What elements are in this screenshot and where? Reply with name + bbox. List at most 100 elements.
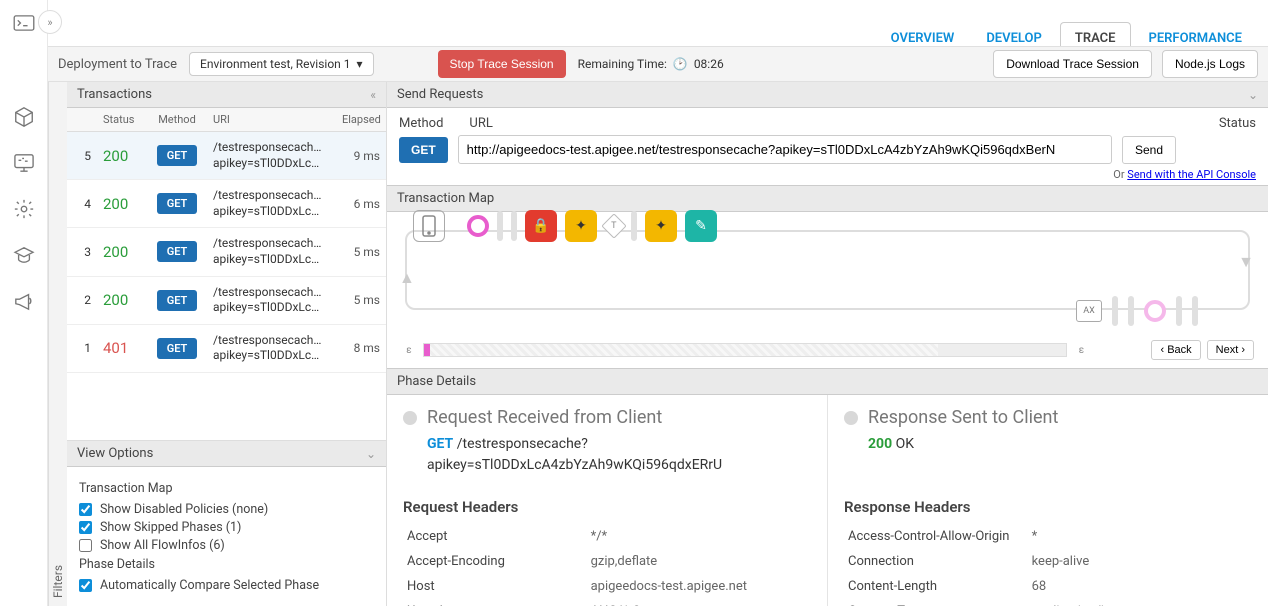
url-label: URL xyxy=(469,116,1192,131)
monitor-icon[interactable] xyxy=(13,152,35,174)
trace-toolbar: Deployment to Trace Environment test, Re… xyxy=(48,46,1268,82)
row-uri: /testresponsecache...apikey=sTl0DDxLcA..… xyxy=(207,283,336,318)
flow-bar xyxy=(1192,296,1198,326)
header-row: Accept-Encodinggzip,deflate xyxy=(403,549,811,574)
policy-edit-icon[interactable]: ✎ xyxy=(685,210,717,242)
next-button[interactable]: Next › xyxy=(1207,340,1254,360)
deployment-label: Deployment to Trace xyxy=(58,57,177,72)
download-trace-button[interactable]: Download Trace Session xyxy=(993,50,1152,78)
method-select[interactable]: GET xyxy=(399,137,448,163)
arrow-up-icon: ▲ xyxy=(399,268,415,288)
row-index: 5 xyxy=(67,147,97,165)
client-node-icon[interactable] xyxy=(413,210,445,242)
phase-dot-icon xyxy=(403,411,417,425)
send-requests-collapse[interactable]: ⌄ xyxy=(1248,88,1258,102)
view-options-collapse[interactable]: ⌄ xyxy=(366,447,376,461)
row-uri: /testresponsecache...apikey=sTl0DDxLcA..… xyxy=(207,234,336,269)
left-nav-sidebar: » xyxy=(0,0,48,606)
stop-trace-button[interactable]: Stop Trace Session xyxy=(438,50,566,78)
phase-request-col: Request Received from Client GET /testre… xyxy=(387,395,828,488)
clock-icon: 🕑 xyxy=(673,57,688,71)
phase-response-title: Response Sent to Client xyxy=(868,407,1058,428)
opt1-label: Show Disabled Policies (none) xyxy=(100,502,268,517)
row-status: 200 xyxy=(97,193,147,215)
chevron-down-icon: ▾ xyxy=(357,57,363,71)
remaining-time: Remaining Time: 🕑 08:26 xyxy=(578,57,724,71)
analytics-node[interactable]: AX xyxy=(1076,300,1102,322)
timeline-track[interactable] xyxy=(423,343,1067,357)
header-key: Content-Length xyxy=(844,574,1028,599)
row-status: 401 xyxy=(97,337,147,359)
row-uri: /testresponsecache?apikey=sTl0DDxLcA... xyxy=(207,138,336,173)
main-area: Filters Transactions « Status Method URI… xyxy=(48,82,1268,606)
header-value: AHC/1.0 xyxy=(587,599,811,606)
opt4-label: Automatically Compare Selected Phase xyxy=(100,578,319,593)
send-request-form: Method URL Status GET Send Or Send with … xyxy=(387,108,1268,185)
collapse-panel-button[interactable]: « xyxy=(370,88,376,102)
package-icon[interactable] xyxy=(13,106,35,128)
checkbox-autocompare[interactable] xyxy=(79,579,92,592)
node-logs-button[interactable]: Node.js Logs xyxy=(1162,50,1258,78)
phase-method: GET xyxy=(427,436,453,452)
opt-skipped-phases[interactable]: Show Skipped Phases (1) xyxy=(79,520,374,535)
phase-response-col: Response Sent to Client 200 OK xyxy=(828,395,1268,488)
header-key: Accept-Encoding xyxy=(403,549,587,574)
table-row[interactable]: 1401GET/testresponsecache?apikey=sTl0DDx… xyxy=(67,325,386,373)
row-index: 1 xyxy=(67,339,97,357)
table-row[interactable]: 2200GET/testresponsecache...apikey=sTl0D… xyxy=(67,277,386,325)
response-end-node[interactable] xyxy=(1144,300,1166,322)
expand-sidebar-button[interactable]: » xyxy=(38,10,62,34)
opt-disabled-policies[interactable]: Show Disabled Policies (none) xyxy=(79,502,374,517)
header-row: Content-Length68 xyxy=(844,574,1252,599)
checkbox-flowinfos[interactable] xyxy=(79,539,92,552)
table-row[interactable]: 3200GET/testresponsecache...apikey=sTl0D… xyxy=(67,228,386,276)
header-row: User-AgentAHC/1.0 xyxy=(403,599,811,606)
row-status: 200 xyxy=(97,241,147,263)
arrow-down-icon: ▼ xyxy=(1238,252,1254,272)
flow-bar xyxy=(1128,296,1134,326)
policy-security-icon[interactable]: 🔒 xyxy=(525,210,557,242)
megaphone-icon[interactable] xyxy=(13,290,35,312)
method-pill: GET xyxy=(157,193,198,214)
back-button[interactable]: ‹ Back xyxy=(1151,340,1200,360)
filters-tab[interactable]: Filters xyxy=(48,82,67,606)
status-label: Status xyxy=(1219,116,1256,131)
remaining-value: 08:26 xyxy=(694,57,724,71)
method-pill: GET xyxy=(157,290,198,311)
header-row: Accept*/* xyxy=(403,524,811,549)
flow-bar xyxy=(497,211,503,241)
flow-bar xyxy=(1176,296,1182,326)
condition-node-icon[interactable]: T xyxy=(601,213,626,238)
opt-auto-compare[interactable]: Automatically Compare Selected Phase xyxy=(79,578,374,593)
graduation-icon[interactable] xyxy=(13,244,35,266)
opt-flowinfos[interactable]: Show All FlowInfos (6) xyxy=(79,538,374,553)
terminal-icon[interactable] xyxy=(13,12,35,34)
flow-path: ▲ ▼ 🔒 ✦ T ✦ ✎ AX xyxy=(405,230,1250,310)
phase-details-body: Request Received from Client GET /testre… xyxy=(387,395,1268,488)
phase-request-title: Request Received from Client xyxy=(427,407,662,428)
request-headers-col: Request Headers Accept*/*Accept-Encoding… xyxy=(387,488,828,606)
send-requests-header: Send Requests ⌄ xyxy=(387,82,1268,108)
policy-routing-icon[interactable]: ✦ xyxy=(645,210,677,242)
opt2-label: Show Skipped Phases (1) xyxy=(100,520,241,535)
api-console-link[interactable]: Send with the API Console xyxy=(1127,168,1256,181)
request-start-node[interactable] xyxy=(467,215,489,237)
phase-path: /testresponsecache? xyxy=(457,436,588,452)
flow-bar xyxy=(1112,296,1118,326)
policy-routing-icon[interactable]: ✦ xyxy=(565,210,597,242)
send-requests-title: Send Requests xyxy=(397,87,483,102)
table-row[interactable]: 5200GET/testresponsecache?apikey=sTl0DDx… xyxy=(67,132,386,180)
method-pill: GET xyxy=(157,145,198,166)
method-label: Method xyxy=(399,116,443,131)
checkbox-skipped[interactable] xyxy=(79,521,92,534)
table-row[interactable]: 4200GET/testresponsecache...apikey=sTl0D… xyxy=(67,180,386,228)
checkbox-disabled[interactable] xyxy=(79,503,92,516)
url-input[interactable] xyxy=(458,135,1112,164)
gear-icon[interactable] xyxy=(13,198,35,220)
environment-select[interactable]: Environment test, Revision 1 ▾ xyxy=(189,52,374,76)
row-elapsed: 6 ms xyxy=(336,195,386,213)
header-key: Content-Type xyxy=(844,599,1028,606)
api-console-link-row: Or Send with the API Console xyxy=(399,168,1256,181)
send-button[interactable]: Send xyxy=(1122,136,1176,164)
table-head: Status Method URI Elapsed xyxy=(67,108,386,132)
